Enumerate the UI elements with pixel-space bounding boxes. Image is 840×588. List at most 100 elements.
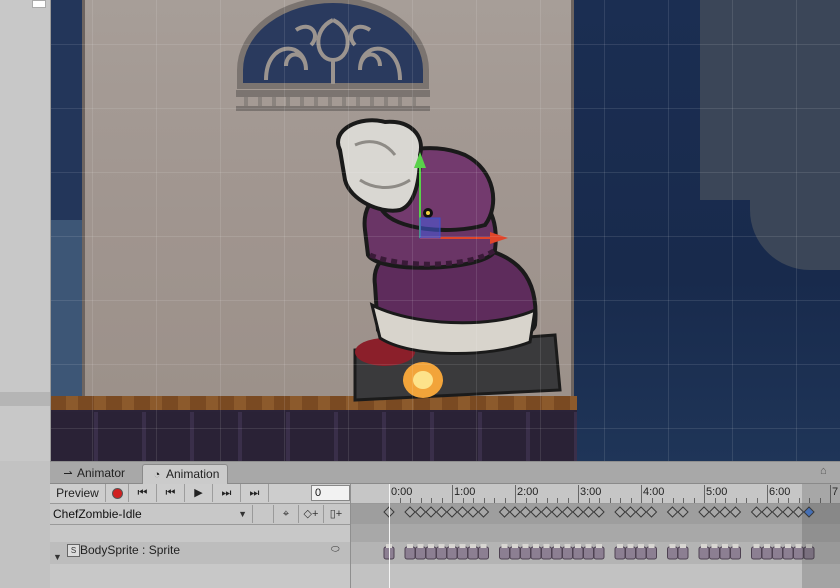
summary-keyframe[interactable]	[551, 506, 563, 518]
sprite-keyframe[interactable]	[551, 544, 563, 560]
sprite-keyframe[interactable]	[446, 544, 458, 560]
summary-keyframe[interactable]	[666, 506, 679, 518]
summary-keyframe[interactable]	[719, 506, 731, 518]
summary-keyframe[interactable]	[572, 506, 584, 518]
crosshair-icon: ⌖	[282, 508, 290, 520]
summary-keyframe[interactable]	[761, 506, 773, 518]
sprite-keyframe[interactable]	[772, 544, 783, 560]
summary-keyframe[interactable]	[677, 506, 689, 518]
summary-keyframe[interactable]	[467, 506, 479, 518]
sprite-keyframe[interactable]	[709, 544, 720, 560]
previous-keyframe-button[interactable]: ⏮︎	[157, 484, 185, 502]
sprite-keyframe[interactable]	[425, 544, 437, 560]
last-keyframe-button[interactable]: ⏭︎	[241, 484, 269, 502]
keyframe-mode-button[interactable]: ⌖	[273, 505, 298, 523]
record-button[interactable]	[106, 484, 129, 502]
chevron-down-icon: ▼	[238, 509, 247, 519]
summary-keyframe[interactable]	[593, 506, 605, 518]
summary-keyframe[interactable]	[456, 506, 469, 518]
sprite-renderer-icon: S	[67, 544, 80, 557]
property-options-icon[interactable]: ⬭	[331, 544, 340, 555]
sprite-keyframe[interactable]	[614, 544, 626, 560]
scene-view[interactable]	[0, 0, 840, 461]
summary-keyframe[interactable]	[414, 506, 427, 518]
summary-keyframe[interactable]	[635, 506, 647, 518]
summary-keyframe[interactable]	[540, 506, 553, 518]
expand-arrow-icon[interactable]: ▼	[53, 552, 62, 562]
sprite-keyframe[interactable]	[436, 544, 447, 560]
sprite-keyframe[interactable]	[499, 544, 510, 560]
summary-keyframe[interactable]	[425, 506, 437, 518]
left-wall-dark	[50, 0, 82, 220]
panel-tab-stub[interactable]	[32, 0, 46, 8]
sprite-keyframe[interactable]	[761, 544, 773, 560]
sprite-keyframe[interactable]	[520, 544, 531, 560]
sprite-keyframe[interactable]	[635, 544, 647, 560]
tab-animator-label: Animator	[77, 466, 126, 480]
sprite-keyframe[interactable]	[667, 544, 678, 560]
sprite-keyframe[interactable]	[730, 544, 741, 560]
add-event-icon: ▯+	[329, 508, 343, 520]
clip-dropdown[interactable]: ChefZombie-Idle ▼	[50, 505, 253, 523]
play-button[interactable]: ▶	[185, 484, 213, 502]
frame-input[interactable]: 0	[311, 485, 350, 501]
sprite-keyframe[interactable]	[457, 544, 468, 560]
sprite-keyframe[interactable]	[415, 544, 426, 560]
summary-keyframe[interactable]	[519, 506, 532, 518]
summary-keyframe[interactable]	[708, 506, 721, 518]
sprite-keyframe[interactable]	[751, 544, 762, 560]
editor-root: ⇀ Animator ◔ Animation ⌂ Preview ⏮ ⏮︎ ▶ ⏭ …	[0, 0, 840, 588]
summary-keyframe[interactable]	[561, 506, 574, 518]
sprite-keyframe[interactable]	[509, 544, 521, 560]
summary-keyframe[interactable]	[435, 506, 448, 518]
sprite-keyframe[interactable]	[698, 544, 710, 560]
summary-keyframe[interactable]	[698, 506, 710, 518]
tab-bar: ⇀ Animator ◔ Animation ⌂	[50, 462, 840, 484]
summary-keyframe[interactable]	[530, 506, 542, 518]
summary-keyframe[interactable]	[509, 506, 521, 518]
selection-band	[0, 392, 50, 406]
summary-keyframe[interactable]	[645, 506, 658, 518]
summary-keyframe[interactable]	[582, 506, 595, 518]
playhead[interactable]	[389, 484, 390, 588]
chef-zombie-sprite[interactable]	[300, 110, 570, 410]
clip-name: ChefZombie-Idle	[53, 507, 142, 521]
summary-keyframe[interactable]	[729, 506, 742, 518]
property-row[interactable]: ▼ S BodySprite : Sprite ⬭	[50, 542, 350, 564]
sprite-keyframe[interactable]	[530, 544, 542, 560]
sprite-keyframe[interactable]	[593, 544, 605, 560]
preview-button[interactable]: Preview	[50, 484, 106, 502]
clip-toolbar: ChefZombie-Idle ▼ ⌖ ◇+ ▯+	[50, 504, 350, 525]
summary-keyframe[interactable]	[446, 506, 458, 518]
sprite-keyframe[interactable]	[583, 544, 594, 560]
sprite-keyframe[interactable]	[625, 544, 636, 560]
summary-keyframe[interactable]	[750, 506, 763, 518]
summary-keyframe[interactable]	[771, 506, 784, 518]
add-keyframe-button[interactable]: ◇+	[298, 505, 323, 523]
clip-end-shade	[802, 484, 840, 588]
summary-keyframe[interactable]	[782, 506, 794, 518]
sprite-keyframe[interactable]	[646, 544, 657, 560]
sprite-keyframe[interactable]	[478, 544, 489, 560]
summary-keyframe[interactable]	[614, 506, 626, 518]
sprite-keyframe[interactable]	[677, 544, 689, 560]
summary-keyframe[interactable]	[498, 506, 511, 518]
sprite-keyframe[interactable]	[572, 544, 584, 560]
sprite-keyframe[interactable]	[404, 544, 416, 560]
tab-animator[interactable]: ⇀ Animator	[54, 464, 133, 483]
first-keyframe-button[interactable]: ⏮	[129, 484, 157, 502]
summary-keyframe[interactable]	[477, 506, 490, 518]
sprite-keyframe[interactable]	[719, 544, 731, 560]
sprite-keyframe[interactable]	[541, 544, 552, 560]
playback-toolbar: Preview ⏮ ⏮︎ ▶ ⏭ ⏭︎ 0	[50, 484, 350, 504]
tab-animation[interactable]: ◔ Animation	[142, 464, 229, 484]
dopesheet[interactable]: 0:00 1:00 2:00 3:00 4:00 5:00 6:00 7	[351, 484, 840, 588]
summary-keyframe[interactable]	[624, 506, 637, 518]
next-keyframe-button[interactable]: ⏭	[213, 484, 241, 502]
sprite-keyframe[interactable]	[562, 544, 573, 560]
lock-icon[interactable]: ⌂	[820, 465, 832, 479]
summary-keyframe[interactable]	[404, 506, 416, 518]
sprite-keyframe[interactable]	[467, 544, 479, 560]
add-event-button[interactable]: ▯+	[323, 505, 348, 523]
sprite-keyframe[interactable]	[782, 544, 794, 560]
